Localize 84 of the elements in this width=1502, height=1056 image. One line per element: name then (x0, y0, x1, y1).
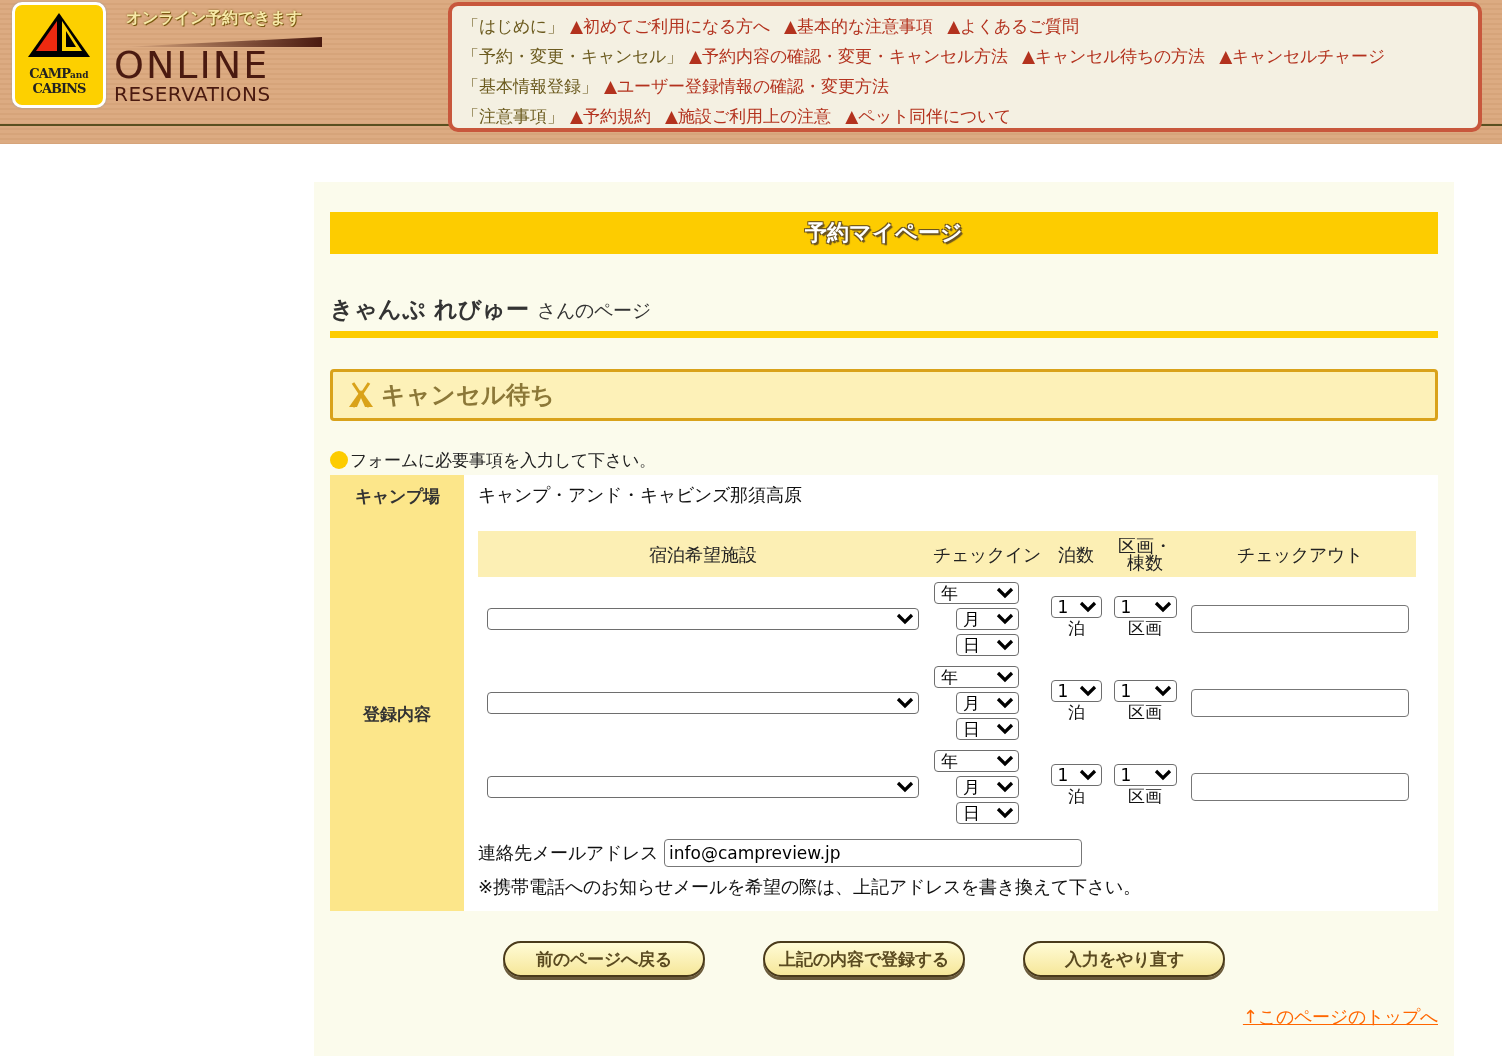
column-header: 宿泊希望施設 (648, 545, 758, 563)
chevron-icon (995, 613, 1014, 625)
nav-link[interactable]: ▲ユーザー登録情報の確認・変更方法 (604, 74, 890, 98)
online-title: ONLINE (114, 47, 270, 83)
nav-link[interactable]: ▲初めてご利用になる方へ (570, 14, 771, 38)
chevron-icon (995, 723, 1014, 735)
column-header: チェックアウト (1236, 545, 1364, 563)
logo-text: CAMPand CABINS (29, 67, 89, 96)
chevron-icon (995, 639, 1014, 651)
column-header: 泊数 (1057, 545, 1095, 563)
chevron-icon (995, 807, 1014, 819)
email-label: 連絡先メールアドレス (478, 841, 658, 865)
nav-link[interactable]: ▲予約内容の確認・変更・キャンセル方法 (689, 44, 1009, 68)
chevron-icon (995, 755, 1014, 767)
units-select[interactable]: 1 (1113, 680, 1177, 702)
year-select[interactable]: 年 (933, 582, 1019, 604)
chevron-icon (1078, 601, 1097, 613)
bullet-icon (330, 451, 348, 469)
form-button[interactable]: 上記の内容で登録する (763, 941, 965, 977)
chevron-icon (1153, 601, 1172, 613)
reservations-subtitle: RESERVATIONS (114, 83, 271, 105)
field-label: キャンプ場 (354, 485, 440, 508)
email-field[interactable]: info@campreview.jp (664, 839, 1082, 867)
chevron-icon (896, 697, 914, 709)
facility-select[interactable] (487, 692, 919, 714)
chevron-icon (1153, 769, 1172, 781)
year-select[interactable]: 年 (933, 750, 1019, 772)
chevron-icon (995, 697, 1014, 709)
column-header: チェックイン (932, 545, 1042, 563)
nights-unit: 泊 (1067, 618, 1085, 638)
nights-unit: 泊 (1067, 786, 1085, 806)
nav-section-link[interactable]: 「基本情報登録」 (462, 74, 598, 98)
nights-select[interactable]: 1 (1050, 596, 1102, 618)
chevron-icon (995, 587, 1014, 599)
nav-link[interactable]: ▲ペット同伴について (845, 104, 1012, 128)
page-banner: 予約マイページ (330, 212, 1438, 254)
nights-unit: 泊 (1067, 702, 1085, 722)
units-select[interactable]: 1 (1113, 764, 1177, 786)
units-unit: 区画 (1128, 618, 1162, 638)
form-button[interactable]: 入力をやり直す (1023, 941, 1225, 977)
nights-select[interactable]: 1 (1050, 764, 1102, 786)
campsite-name: キャンプ・アンド・キャビンズ那須高原 (478, 484, 802, 505)
units-unit: 区画 (1128, 786, 1162, 806)
nights-select[interactable]: 1 (1050, 680, 1102, 702)
user-name: きゃんぷ れびゅー (330, 295, 529, 324)
nav-link[interactable]: ▲基本的な注意事項 (784, 14, 934, 38)
instruction-text: フォームに必要事項を入力して下さい。 (350, 448, 656, 472)
nav-link[interactable]: ▲施設ご利用上の注意 (665, 104, 832, 128)
user-page-label: さんのページ (537, 298, 651, 323)
form-button[interactable]: 前のページへ戻る (503, 941, 705, 977)
field-label: 登録内容 (363, 702, 431, 726)
chevron-icon (1078, 769, 1097, 781)
email-note: ※携帯電話へのお知らせメールを希望の際は、上記アドレスを書き換えて下さい。 (478, 875, 1143, 899)
chevron-icon (995, 671, 1014, 683)
year-select[interactable]: 年 (933, 666, 1019, 688)
nav-link[interactable]: ▲よくあるご質問 (947, 14, 1080, 38)
chevron-icon (1078, 685, 1097, 697)
month-select[interactable]: 月 (955, 692, 1019, 714)
units-unit: 区画 (1128, 702, 1162, 722)
nav-link[interactable]: ▲キャンセルチャージ (1219, 44, 1386, 68)
nav-section-link[interactable]: 「はじめに」 (462, 14, 564, 38)
chevron-icon (1153, 685, 1172, 697)
units-select[interactable]: 1 (1113, 596, 1177, 618)
tagline: オンライン予約できます (126, 8, 302, 29)
nav-section-link[interactable]: 「注意事項」 (462, 104, 564, 128)
logo[interactable]: CAMPand CABINS (12, 2, 106, 108)
chevron-icon (896, 613, 914, 625)
chevron-icon (896, 781, 914, 793)
facility-select[interactable] (487, 776, 919, 798)
day-select[interactable]: 日 (955, 718, 1019, 740)
section-title: キャンセル待ち (381, 380, 555, 411)
nav-link[interactable]: ▲予約規約 (570, 104, 652, 128)
month-select[interactable]: 月 (955, 776, 1019, 798)
day-select[interactable]: 日 (955, 802, 1019, 824)
column-header: 区画・棟数 (1117, 537, 1173, 571)
checkout-field[interactable] (1191, 689, 1409, 717)
checkout-field[interactable] (1191, 773, 1409, 801)
nav-section-link[interactable]: 「予約・変更・キャンセル」 (462, 44, 683, 68)
day-select[interactable]: 日 (955, 634, 1019, 656)
facility-select[interactable] (487, 608, 919, 630)
month-select[interactable]: 月 (955, 608, 1019, 630)
checkout-field[interactable] (1191, 605, 1409, 633)
nav-link[interactable]: ▲キャンセル待ちの方法 (1022, 44, 1206, 68)
chevron-icon (995, 781, 1014, 793)
